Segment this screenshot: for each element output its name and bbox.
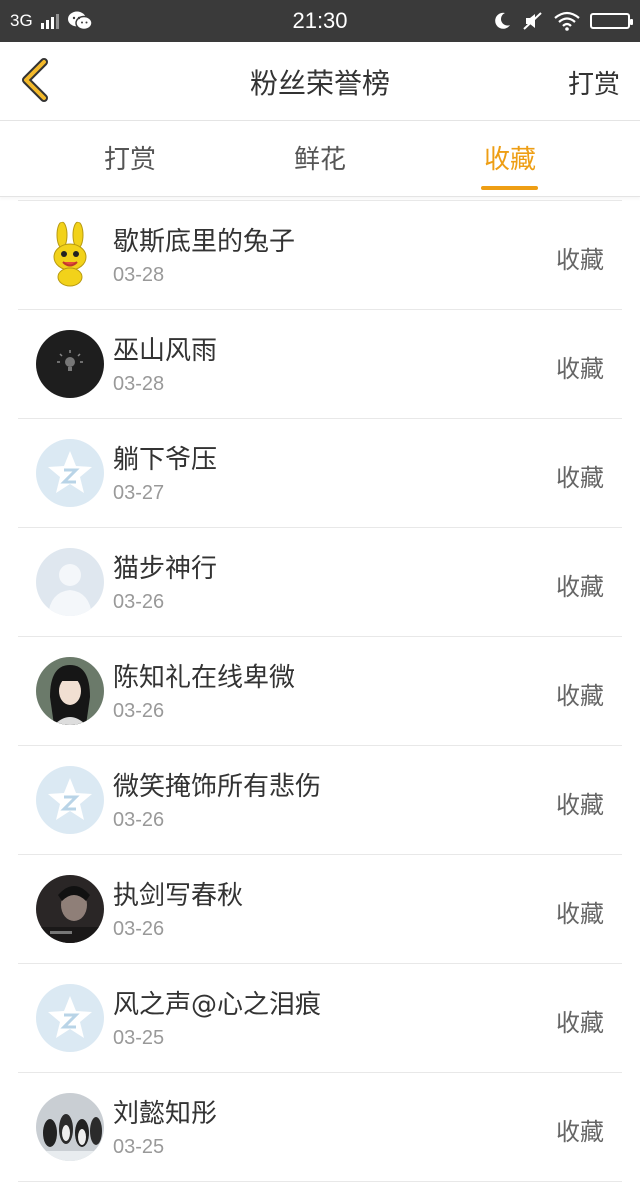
- photo-avatar-icon: [36, 1093, 104, 1161]
- action-label: 收藏: [556, 464, 604, 492]
- status-right: [492, 9, 633, 33]
- tab-favorites[interactable]: 收藏: [450, 139, 570, 176]
- battery-icon: [590, 13, 633, 29]
- list-item[interactable]: 风之声@心之泪痕 03-25 收藏: [18, 964, 622, 1073]
- list-item[interactable]: 陈知礼在线卑微 03-26 收藏: [18, 637, 622, 746]
- wifi-icon: [554, 11, 580, 31]
- user-name: 微笑掩饰所有悲伤: [113, 772, 322, 802]
- moon-icon: [495, 12, 510, 29]
- status-bar: 3G 21:30: [0, 0, 640, 42]
- mute-icon: [523, 12, 542, 30]
- user-name: 陈知礼在线卑微: [113, 663, 296, 693]
- action-label: 收藏: [556, 682, 604, 710]
- tab-reward[interactable]: 打赏: [70, 139, 190, 176]
- list-item[interactable]: 巫山风雨 03-28 收藏: [18, 310, 622, 419]
- fan-list: 歇斯底里的兔子 03-28 收藏 巫山风雨 03-28 收藏 躺下爷压 03-2…: [18, 200, 622, 1182]
- star-avatar-icon: [36, 439, 104, 507]
- user-name: 躺下爷压: [113, 445, 218, 475]
- action-label: 收藏: [556, 791, 604, 819]
- date-label: 03-25: [113, 1027, 165, 1049]
- date-label: 03-25: [113, 1136, 165, 1158]
- user-name: 巫山风雨: [113, 336, 218, 366]
- date-label: 03-26: [113, 918, 165, 940]
- tab-flowers[interactable]: 鲜花: [260, 139, 380, 176]
- avatar: [36, 766, 104, 834]
- date-label: 03-26: [113, 809, 165, 831]
- star-avatar-icon: [36, 766, 104, 834]
- nav-header: 粉丝荣誉榜 打赏: [0, 42, 640, 121]
- photo-avatar-icon: [36, 657, 104, 725]
- user-name: 歇斯底里的兔子: [113, 227, 296, 257]
- tab-bar: 打赏 鲜花 收藏: [0, 121, 640, 197]
- date-label: 03-26: [113, 700, 165, 722]
- avatar: [36, 984, 104, 1052]
- bunny-avatar-icon: [36, 221, 104, 289]
- list-item[interactable]: 猫步神行 03-26 收藏: [18, 528, 622, 637]
- user-name: 风之声@心之泪痕: [113, 990, 322, 1020]
- action-label: 收藏: [556, 573, 604, 601]
- date-label: 03-28: [113, 373, 165, 395]
- list-item[interactable]: 歇斯底里的兔子 03-28 收藏: [18, 200, 622, 310]
- action-label: 收藏: [556, 900, 604, 928]
- lightbulb-avatar-icon: [36, 330, 104, 398]
- action-label: 收藏: [556, 355, 604, 383]
- avatar: [36, 439, 104, 507]
- reward-button[interactable]: 打赏: [568, 64, 620, 101]
- list-item[interactable]: 躺下爷压 03-27 收藏: [18, 419, 622, 528]
- avatar: [36, 330, 104, 398]
- avatar: [36, 657, 104, 725]
- user-name: 猫步神行: [113, 554, 218, 584]
- avatar: [36, 1093, 104, 1161]
- page-title: 粉丝荣誉榜: [249, 67, 390, 100]
- list-item[interactable]: 执剑写春秋 03-26 收藏: [18, 855, 622, 964]
- user-name: 刘懿知彤: [113, 1099, 218, 1129]
- user-name: 执剑写春秋: [113, 881, 244, 911]
- active-tab-indicator: [481, 186, 538, 190]
- date-label: 03-27: [113, 482, 165, 504]
- photo-avatar-icon: [36, 875, 104, 943]
- action-label: 收藏: [556, 1118, 604, 1146]
- date-label: 03-28: [113, 264, 165, 286]
- avatar: [36, 548, 104, 616]
- list-item[interactable]: 微笑掩饰所有悲伤 03-26 收藏: [18, 746, 622, 855]
- date-label: 03-26: [113, 591, 165, 613]
- avatar: [36, 875, 104, 943]
- action-label: 收藏: [556, 1009, 604, 1037]
- action-label: 收藏: [556, 246, 604, 274]
- avatar: [36, 221, 104, 289]
- list-item[interactable]: 刘懿知彤 03-25 收藏: [18, 1073, 622, 1182]
- star-avatar-icon: [36, 984, 104, 1052]
- person-avatar-icon: [36, 548, 104, 616]
